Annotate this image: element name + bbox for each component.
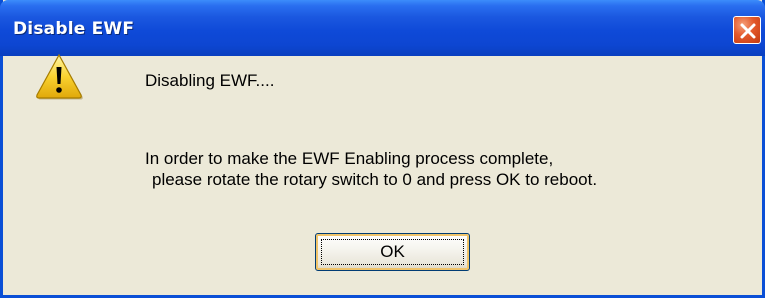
- message-heading: Disabling EWF....: [145, 71, 275, 90]
- message-line-1: In order to make the EWF Enabling proces…: [145, 149, 554, 168]
- title-bar[interactable]: Disable EWF: [0, 0, 765, 56]
- warning-icon: [36, 53, 83, 100]
- message-line-2: please rotate the rotary switch to 0 and…: [152, 170, 598, 189]
- close-icon: [740, 23, 756, 39]
- dialog-title: Disable EWF: [13, 19, 135, 39]
- ok-button[interactable]: OK: [315, 233, 470, 271]
- close-button[interactable]: [733, 16, 761, 44]
- ok-button-label: OK: [380, 242, 405, 261]
